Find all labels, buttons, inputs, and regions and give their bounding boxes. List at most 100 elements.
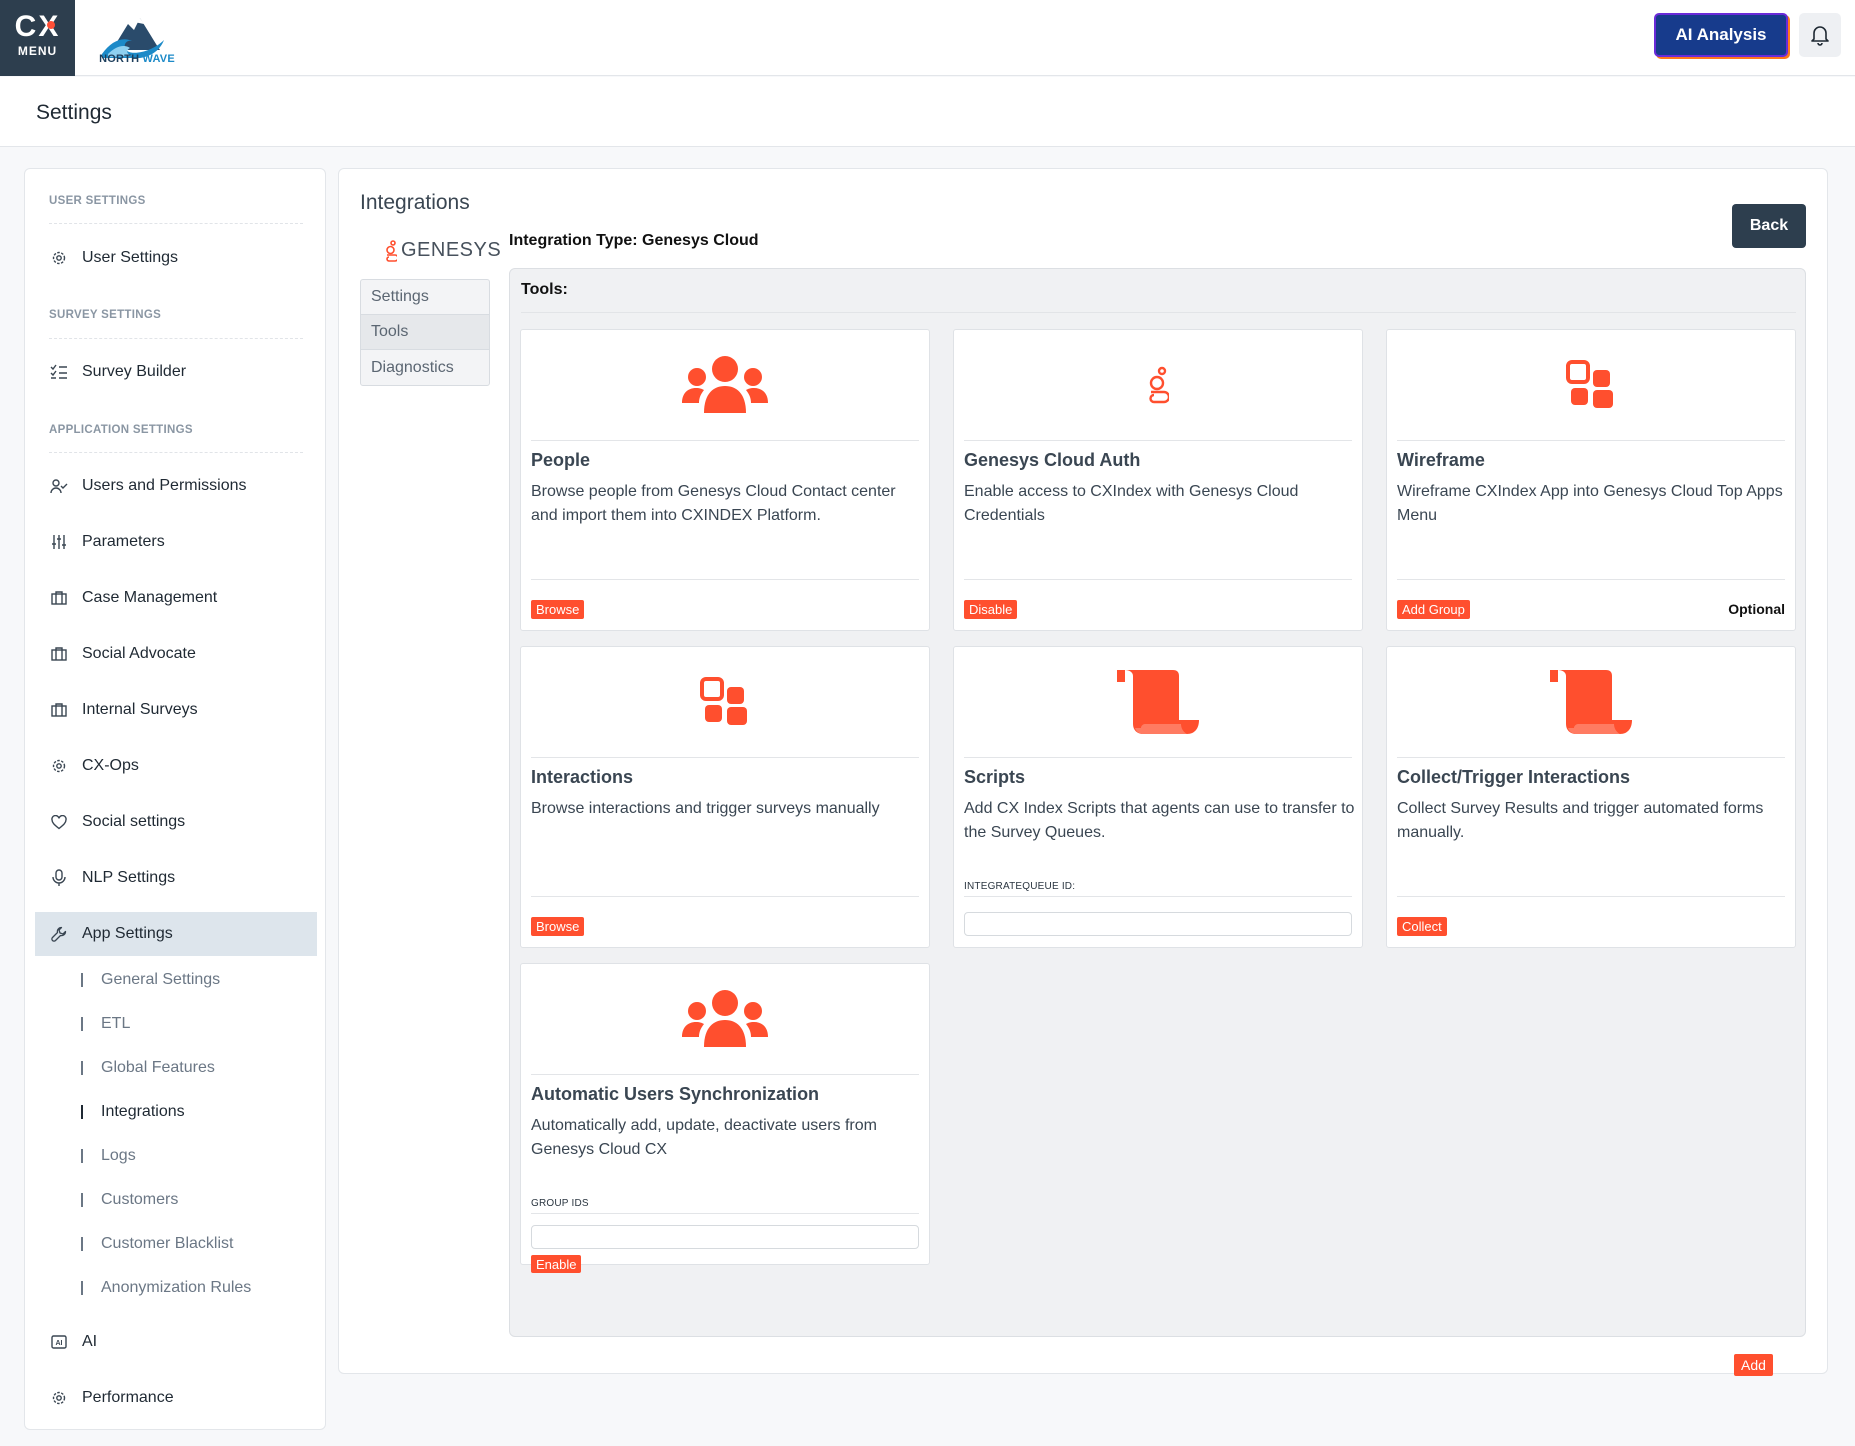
sidebar-item-survey-builder[interactable]: Survey Builder [35, 350, 317, 394]
sidebar-item-label: Parameters [82, 533, 165, 550]
card-title: Collect/Trigger Interactions [1397, 767, 1631, 787]
optional-label: Optional [1728, 601, 1785, 617]
subitem-marker [81, 1017, 83, 1031]
people-icon [682, 356, 768, 413]
group-ids-input[interactable] [531, 1225, 919, 1249]
tool-card-collect-trigger-interactions: Collect/Trigger Interactions Collect Sur… [1386, 646, 1796, 948]
sidebar-item-users-and-permissions[interactable]: Users and Permissions [35, 464, 317, 508]
settings-sidebar: USER SETTINGS User Settings SURVEY SETTI… [24, 168, 326, 1430]
notifications-button[interactable] [1799, 13, 1841, 57]
sidebar-subitem-customers[interactable]: Customers [35, 1182, 317, 1218]
subitem-label: Anonymization Rules [101, 1279, 252, 1296]
divider [1397, 757, 1785, 758]
cx-menu-button[interactable]: CX MENU [0, 0, 75, 76]
divider [49, 338, 303, 339]
tools-panel: Tools: People Browse people from Genesys… [509, 268, 1806, 1376]
bell-icon [1811, 26, 1829, 46]
disable-auth-button[interactable]: Disable [964, 600, 1018, 619]
sidebar-subitem-logs[interactable]: Logs [35, 1138, 317, 1174]
sidebar-item-ai[interactable]: AI AI [35, 1320, 317, 1364]
section-heading-survey-settings: SURVEY SETTINGS [49, 309, 162, 321]
briefcase-icon [49, 588, 69, 608]
card-title: Wireframe [1397, 450, 1485, 470]
page-header: Settings [0, 77, 1855, 147]
genesys-icon [1149, 366, 1169, 404]
divider [531, 1213, 919, 1214]
integratequeue-id-input[interactable] [964, 912, 1352, 936]
tool-card-scripts: Scripts Add CX Index Scripts that agents… [953, 646, 1363, 948]
subitem-label: Integrations [101, 1103, 185, 1120]
card-description: Browse interactions and trigger surveys … [531, 800, 880, 817]
back-button[interactable]: Back [1732, 204, 1806, 248]
card-icon-area [954, 647, 1362, 757]
integratequeue-id-label: INTEGRATEQUEUE ID: [964, 881, 1076, 892]
subitem-marker [81, 1105, 83, 1119]
divider [531, 579, 919, 580]
card-title: Automatic Users Synchronization [531, 1084, 820, 1104]
sidebar-item-user-settings[interactable]: User Settings [35, 236, 317, 280]
add-group-button[interactable]: Add Group [1397, 600, 1470, 619]
integration-type: Integration Type: Genesys Cloud [509, 232, 759, 249]
divider [531, 896, 919, 897]
tab-diagnostics[interactable]: Diagnostics [361, 350, 489, 385]
collect-button[interactable]: Collect [1397, 917, 1447, 936]
sidebar-item-label: CX-Ops [82, 757, 139, 774]
sidebar-item-performance[interactable]: Performance [35, 1376, 317, 1420]
sidebar-subitem-global-features[interactable]: Global Features [35, 1050, 317, 1086]
menu-label: MENU [17, 44, 58, 58]
group-ids-label: GROUP IDS [531, 1198, 589, 1209]
sidebar-item-nlp-settings[interactable]: NLP Settings [35, 856, 317, 900]
divider [49, 452, 303, 453]
tool-card-people: People Browse people from Genesys Cloud … [520, 329, 930, 631]
subitem-label: Global Features [101, 1059, 215, 1076]
cx-menu-logo: CX [14, 10, 61, 43]
subitem-marker [81, 973, 83, 987]
sidebar-item-case-management[interactable]: Case Management [35, 576, 317, 620]
sidebar-item-social-advocate[interactable]: Social Advocate [35, 632, 317, 676]
ai-analysis-button[interactable]: AI Analysis [1654, 13, 1788, 57]
card-title: Interactions [531, 767, 634, 787]
card-description: Enable access to CXIndex with Genesys Cl… [964, 483, 1299, 524]
sidebar-subitem-etl[interactable]: ETL [35, 1006, 317, 1042]
sidebar-item-internal-surveys[interactable]: Internal Surveys [35, 688, 317, 732]
apps-icon [700, 677, 747, 725]
page-title: Settings [36, 101, 112, 124]
sidebar-subitem-integrations[interactable]: Integrations [35, 1094, 317, 1130]
svg-text:AI: AI [56, 1340, 63, 1347]
divider [964, 440, 1352, 441]
browse-people-button[interactable]: Browse [531, 600, 585, 619]
tab-settings[interactable]: Settings [361, 280, 489, 315]
card-icon-area [521, 647, 929, 757]
genesys-logo: GENESYS [385, 239, 501, 262]
browse-interactions-button[interactable]: Browse [531, 917, 585, 936]
sidebar-subitem-general-settings[interactable]: General Settings [35, 962, 317, 998]
subitem-label: Customers [101, 1191, 179, 1208]
microphone-icon [49, 868, 69, 888]
tool-card-genesys-cloud-auth: Genesys Cloud Auth Enable access to CXIn… [953, 329, 1363, 631]
divider [964, 896, 1352, 897]
sidebar-item-parameters[interactable]: Parameters [35, 520, 317, 564]
sidebar-item-label: Survey Builder [82, 363, 187, 380]
gear-icon [49, 756, 69, 776]
tool-card-wireframe: Wireframe Wireframe CXIndex App into Gen… [1386, 329, 1796, 631]
scroll-icon [1550, 670, 1632, 734]
sidebar-item-cx-ops[interactable]: CX-Ops [35, 744, 317, 788]
integrations-panel: Integrations GENESYS Integration Type: G… [338, 168, 1828, 1376]
card-description: Wireframe CXIndex App into Genesys Cloud… [1397, 483, 1783, 524]
enable-sync-button[interactable]: Enable [531, 1255, 582, 1273]
sidebar-subitem-anonymization-rules[interactable]: Anonymization Rules [35, 1270, 317, 1306]
genesys-icon [386, 239, 397, 262]
add-button[interactable]: Add [1734, 1354, 1773, 1376]
section-title: Integrations [360, 191, 470, 214]
sidebar-item-app-settings[interactable]: App Settings [35, 912, 317, 956]
sidebar-subitem-customer-blacklist[interactable]: Customer Blacklist [35, 1226, 317, 1262]
scroll-icon [1117, 670, 1199, 734]
divider [531, 757, 919, 758]
sidebar-item-social-settings[interactable]: Social settings [35, 800, 317, 844]
card-description: Collect Survey Results and trigger autom… [1397, 800, 1764, 841]
tab-tools[interactable]: Tools [361, 315, 489, 350]
card-title: People [531, 450, 591, 470]
divider [531, 440, 919, 441]
subitem-label: Customer Blacklist [101, 1235, 234, 1252]
sidebar-item-label: AI [82, 1333, 98, 1350]
